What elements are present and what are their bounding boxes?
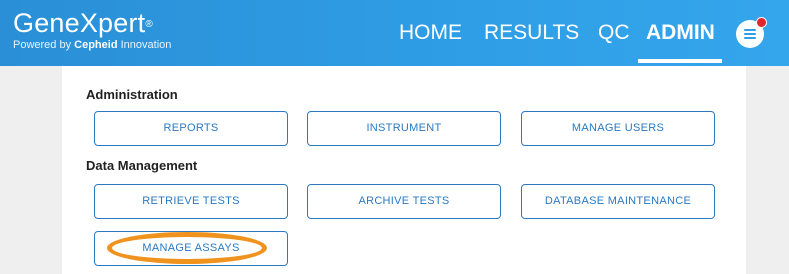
nav-qc[interactable]: QC [598,0,630,66]
top-bar: GeneXpert® Powered by Cepheid Innovation… [0,0,789,66]
archive-tests-button[interactable]: ARCHIVE TESTS [307,184,501,219]
nav-active-indicator [638,59,722,63]
instrument-button[interactable]: INSTRUMENT [307,111,501,146]
nav-home[interactable]: HOME [399,0,462,66]
section-title-data-management: Data Management [86,158,198,173]
brand-name: GeneXpert [13,8,146,38]
manage-users-button[interactable]: MANAGE USERS [521,111,715,146]
notification-dot-icon [756,17,767,28]
reports-button[interactable]: REPORTS [94,111,288,146]
retrieve-tests-button[interactable]: RETRIEVE TESTS [94,184,288,219]
manage-assays-button[interactable]: MANAGE ASSAYS [94,231,288,266]
genexpert-logo: GeneXpert® Powered by Cepheid Innovation [13,9,171,52]
nav-results[interactable]: RESULTS [484,0,579,66]
database-maintenance-button[interactable]: DATABASE MAINTENANCE [521,184,715,219]
nav-admin[interactable]: ADMIN [646,0,715,66]
brand-tagline: Powered by Cepheid Innovation [13,39,172,51]
section-title-administration: Administration [86,87,178,102]
trademark-symbol: ® [145,19,153,30]
